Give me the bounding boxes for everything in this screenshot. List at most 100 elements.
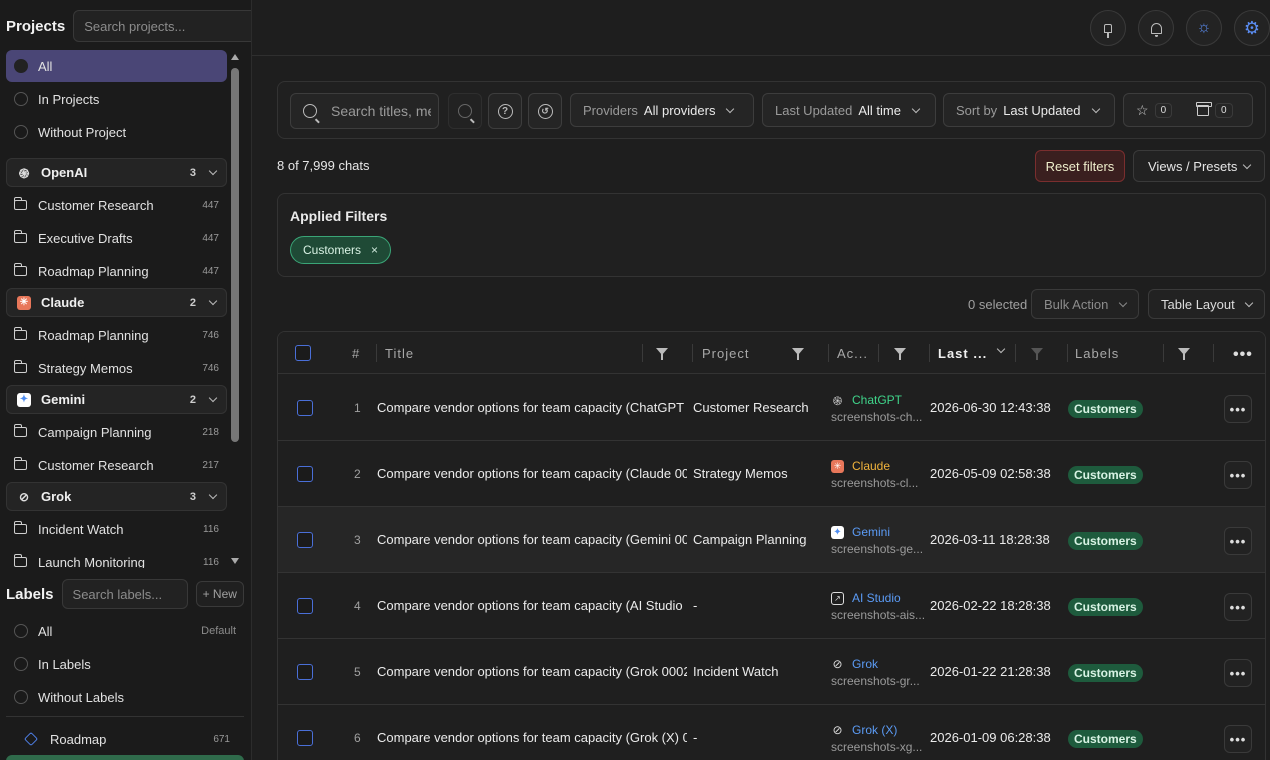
column-divider[interactable]	[376, 344, 377, 362]
notifications-button[interactable]	[1138, 10, 1174, 46]
column-divider[interactable]	[1163, 344, 1164, 362]
chevron-down-icon[interactable]	[208, 393, 218, 403]
column-options-icon[interactable]: •••	[1233, 346, 1253, 364]
filter-icon[interactable]	[792, 348, 804, 360]
group-claude[interactable]: ✳ Claude 2	[6, 288, 227, 317]
chat-search[interactable]	[290, 93, 439, 129]
project-item[interactable]: Executive Drafts 447	[6, 222, 227, 254]
row-checkbox-cell[interactable]	[297, 730, 313, 746]
group-grok[interactable]: ⊘ Grok 3	[6, 482, 227, 511]
chevron-down-icon[interactable]	[208, 490, 218, 500]
select-all-checkbox[interactable]	[295, 345, 311, 361]
selected-label-indicator[interactable]	[6, 755, 244, 760]
row-options-button[interactable]: •••	[1224, 527, 1252, 555]
chevron-down-icon[interactable]	[208, 296, 218, 306]
views-presets-button[interactable]: Views / Presets	[1133, 150, 1265, 182]
chat-search-input[interactable]	[331, 103, 431, 119]
label-badge[interactable]: Customers	[1068, 400, 1143, 418]
search-submit-button[interactable]	[448, 93, 482, 129]
row-title[interactable]: Compare vendor options for team capacity…	[377, 532, 687, 547]
row-title[interactable]: Compare vendor options for team capacity…	[377, 664, 687, 679]
project-item[interactable]: Customer Research 447	[6, 189, 227, 221]
label-badge[interactable]: Customers	[1068, 598, 1143, 616]
column-divider[interactable]	[1067, 344, 1068, 362]
label-badge[interactable]: Customers	[1068, 466, 1143, 484]
row-checkbox-cell[interactable]	[297, 466, 313, 482]
project-filter-in-projects[interactable]: In Projects	[6, 83, 227, 115]
column-divider[interactable]	[1015, 344, 1016, 362]
column-divider[interactable]	[828, 344, 829, 362]
row-checkbox[interactable]	[297, 664, 313, 680]
table-row[interactable]: 4 Compare vendor options for team capaci…	[278, 573, 1265, 639]
table-row[interactable]: 1 Compare vendor options for team capaci…	[278, 375, 1265, 441]
project-search-input[interactable]	[73, 10, 251, 42]
theme-button[interactable]: ☼	[1186, 10, 1222, 46]
column-divider[interactable]	[878, 344, 879, 362]
label-filter-without-labels[interactable]: Without Labels	[6, 681, 244, 713]
chevron-down-icon[interactable]	[208, 166, 218, 176]
group-openai[interactable]: ֍ OpenAI 3	[6, 158, 227, 187]
table-row[interactable]: 5 Compare vendor options for team capaci…	[278, 639, 1265, 705]
column-divider[interactable]	[929, 344, 930, 362]
row-options-button[interactable]: •••	[1224, 659, 1252, 687]
label-badge[interactable]: Customers	[1068, 730, 1143, 748]
project-item[interactable]: Launch Monitoring 116	[6, 546, 227, 568]
label-filter-all[interactable]: All Default	[6, 615, 244, 647]
column-divider[interactable]	[642, 344, 643, 362]
help-button[interactable]: ?	[488, 93, 522, 129]
col-account[interactable]: Ac...	[837, 332, 868, 374]
col-last-updated[interactable]: Last ...	[938, 332, 987, 374]
col-title[interactable]: Title	[385, 332, 414, 374]
label-search-input[interactable]	[61, 579, 188, 609]
select-all[interactable]	[295, 332, 311, 374]
filter-icon[interactable]	[656, 348, 668, 360]
settings-button[interactable]: ⚙	[1234, 10, 1270, 46]
column-divider[interactable]	[1213, 344, 1214, 362]
group-gemini[interactable]: ✦ Gemini 2	[6, 385, 227, 414]
label-badge[interactable]: Customers	[1068, 532, 1143, 550]
row-checkbox-cell[interactable]	[297, 400, 313, 416]
row-options-button[interactable]: •••	[1224, 461, 1252, 489]
row-checkbox[interactable]	[297, 598, 313, 614]
row-checkbox-cell[interactable]	[297, 598, 313, 614]
project-item[interactable]: Strategy Memos 746	[6, 352, 227, 384]
last-updated-dropdown[interactable]: Last Updated All time	[762, 93, 936, 127]
row-checkbox[interactable]	[297, 466, 313, 482]
reset-filters-button[interactable]: Reset filters	[1035, 150, 1125, 182]
label-item[interactable]: Roadmap 671	[6, 723, 244, 755]
col-labels[interactable]: Labels	[1075, 332, 1119, 374]
row-checkbox[interactable]	[297, 532, 313, 548]
table-layout-button[interactable]: Table Layout	[1148, 289, 1265, 319]
bulk-action-button[interactable]: Bulk Action	[1031, 289, 1139, 319]
close-icon[interactable]: ×	[371, 243, 378, 257]
row-checkbox[interactable]	[297, 400, 313, 416]
project-item[interactable]: Roadmap Planning 447	[6, 255, 227, 287]
row-title[interactable]: Compare vendor options for team capacity…	[377, 598, 687, 613]
column-divider[interactable]	[692, 344, 693, 362]
new-label-button[interactable]: + New	[195, 581, 244, 607]
row-checkbox-cell[interactable]	[297, 664, 313, 680]
archived-filter[interactable]: 0	[1191, 98, 1246, 122]
project-item[interactable]: Incident Watch 116	[6, 513, 227, 545]
project-filter-all[interactable]: All	[6, 50, 227, 82]
filter-icon[interactable]	[1178, 348, 1190, 360]
filter-chip-customers[interactable]: Customers ×	[290, 236, 392, 264]
history-button[interactable]: ↺	[528, 93, 562, 129]
filter-icon[interactable]	[1031, 348, 1043, 360]
row-title[interactable]: Compare vendor options for team capacity…	[377, 400, 687, 415]
filter-icon[interactable]	[894, 348, 906, 360]
project-item[interactable]: Campaign Planning 218	[6, 416, 227, 448]
providers-dropdown[interactable]: Providers All providers	[570, 93, 754, 127]
row-checkbox-cell[interactable]	[297, 532, 313, 548]
label-filter-in-labels[interactable]: In Labels	[6, 648, 244, 680]
sort-desc-icon[interactable]	[996, 344, 1006, 354]
label-badge[interactable]: Customers	[1068, 664, 1143, 682]
row-checkbox[interactable]	[297, 730, 313, 746]
project-filter-without-project[interactable]: Without Project	[6, 116, 227, 148]
row-options-button[interactable]: •••	[1224, 725, 1252, 753]
row-options-button[interactable]: •••	[1224, 593, 1252, 621]
pin-button[interactable]	[1090, 10, 1126, 46]
starred-filter[interactable]: ☆ 0	[1130, 98, 1185, 122]
row-title[interactable]: Compare vendor options for team capacity…	[377, 730, 687, 745]
sort-dropdown[interactable]: Sort by Last Updated	[943, 93, 1115, 127]
